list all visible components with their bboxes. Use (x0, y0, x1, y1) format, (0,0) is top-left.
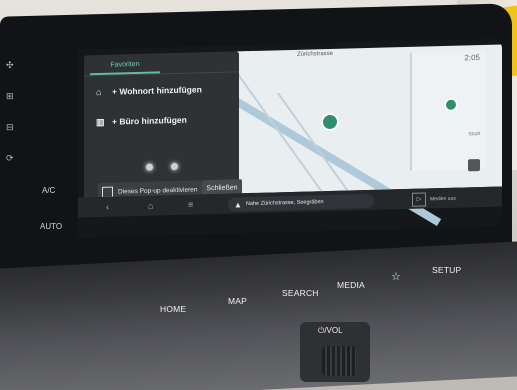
media-icon: ▷ (412, 192, 426, 207)
media-widget[interactable]: ▷ Medien aus (412, 192, 456, 207)
checkbox-label: Dieses Pop-up deaktivieren (118, 185, 198, 196)
vehicle-position-icon (444, 97, 458, 112)
auto-button[interactable]: AUTO (40, 222, 62, 231)
hw-map-button[interactable]: MAP (228, 296, 247, 306)
hw-media-button[interactable]: MEDIA (337, 280, 365, 290)
map-settings-button[interactable] (468, 159, 480, 172)
car-dashboard-photo: A ✣ ⊞ ⊟ ⟳ A/C AUTO Zürichstrasse 2:05 St… (0, 0, 517, 390)
vehicle-position-icon (321, 112, 339, 132)
infotainment-screen: Zürichstrasse 2:05 Stadt Favoriten ⌂ + W… (78, 38, 502, 238)
hw-setup-button[interactable]: SETUP (432, 265, 461, 275)
map-side-label: Stadt (468, 131, 480, 138)
current-location-text: Nahe Zürichstrasse, Seegräben (245, 199, 324, 208)
power-volume-label: ⏻/VOL (318, 326, 343, 335)
tab-favorites[interactable]: Favoriten (90, 57, 160, 76)
volume-knob[interactable] (322, 346, 356, 376)
building-icon: ▥ (96, 116, 105, 127)
road (228, 61, 328, 200)
map-view[interactable]: Zürichstrasse 2:05 Stadt (224, 44, 502, 227)
media-status: Medien aus (430, 195, 456, 203)
pagination-glare (146, 162, 178, 171)
fan-icon[interactable]: ✣ (6, 60, 14, 71)
home-icon: ⌂ (96, 86, 102, 97)
rear-defrost-icon[interactable]: ⊞ (6, 91, 14, 102)
recirculation-icon[interactable]: ⟳ (6, 153, 14, 164)
hw-home-button[interactable]: HOME (160, 304, 186, 314)
add-office-label: + Büro hinzufügen (112, 114, 187, 127)
hw-search-button[interactable]: SEARCH (282, 288, 319, 298)
star-icon[interactable]: ☆ (391, 270, 401, 283)
ac-button[interactable]: A/C (42, 186, 55, 195)
split-map-view[interactable]: 2:05 Stadt (410, 50, 486, 172)
favorites-popup: Favoriten ⌂ + Wohnort hinzufügen ▥ + Bür… (84, 51, 242, 206)
front-defrost-icon[interactable]: ⊟ (6, 122, 14, 133)
house-outline-icon[interactable]: ⌂ (148, 201, 153, 211)
add-home-button[interactable]: ⌂ + Wohnort hinzufügen (96, 84, 202, 97)
add-home-label: + Wohnort hinzufügen (112, 84, 202, 97)
map-place-label: Zürichstrasse (297, 50, 334, 58)
back-icon[interactable]: ‹ (106, 202, 109, 212)
navigation-arrow-icon: ▲ (234, 199, 242, 209)
left-climate-controls: ✣ ⊞ ⊟ ⟳ (6, 60, 14, 164)
add-office-button[interactable]: ▥ + Büro hinzufügen (96, 115, 187, 127)
menu-icon[interactable]: ≡ (188, 200, 193, 210)
clock: 2:05 (464, 53, 480, 63)
